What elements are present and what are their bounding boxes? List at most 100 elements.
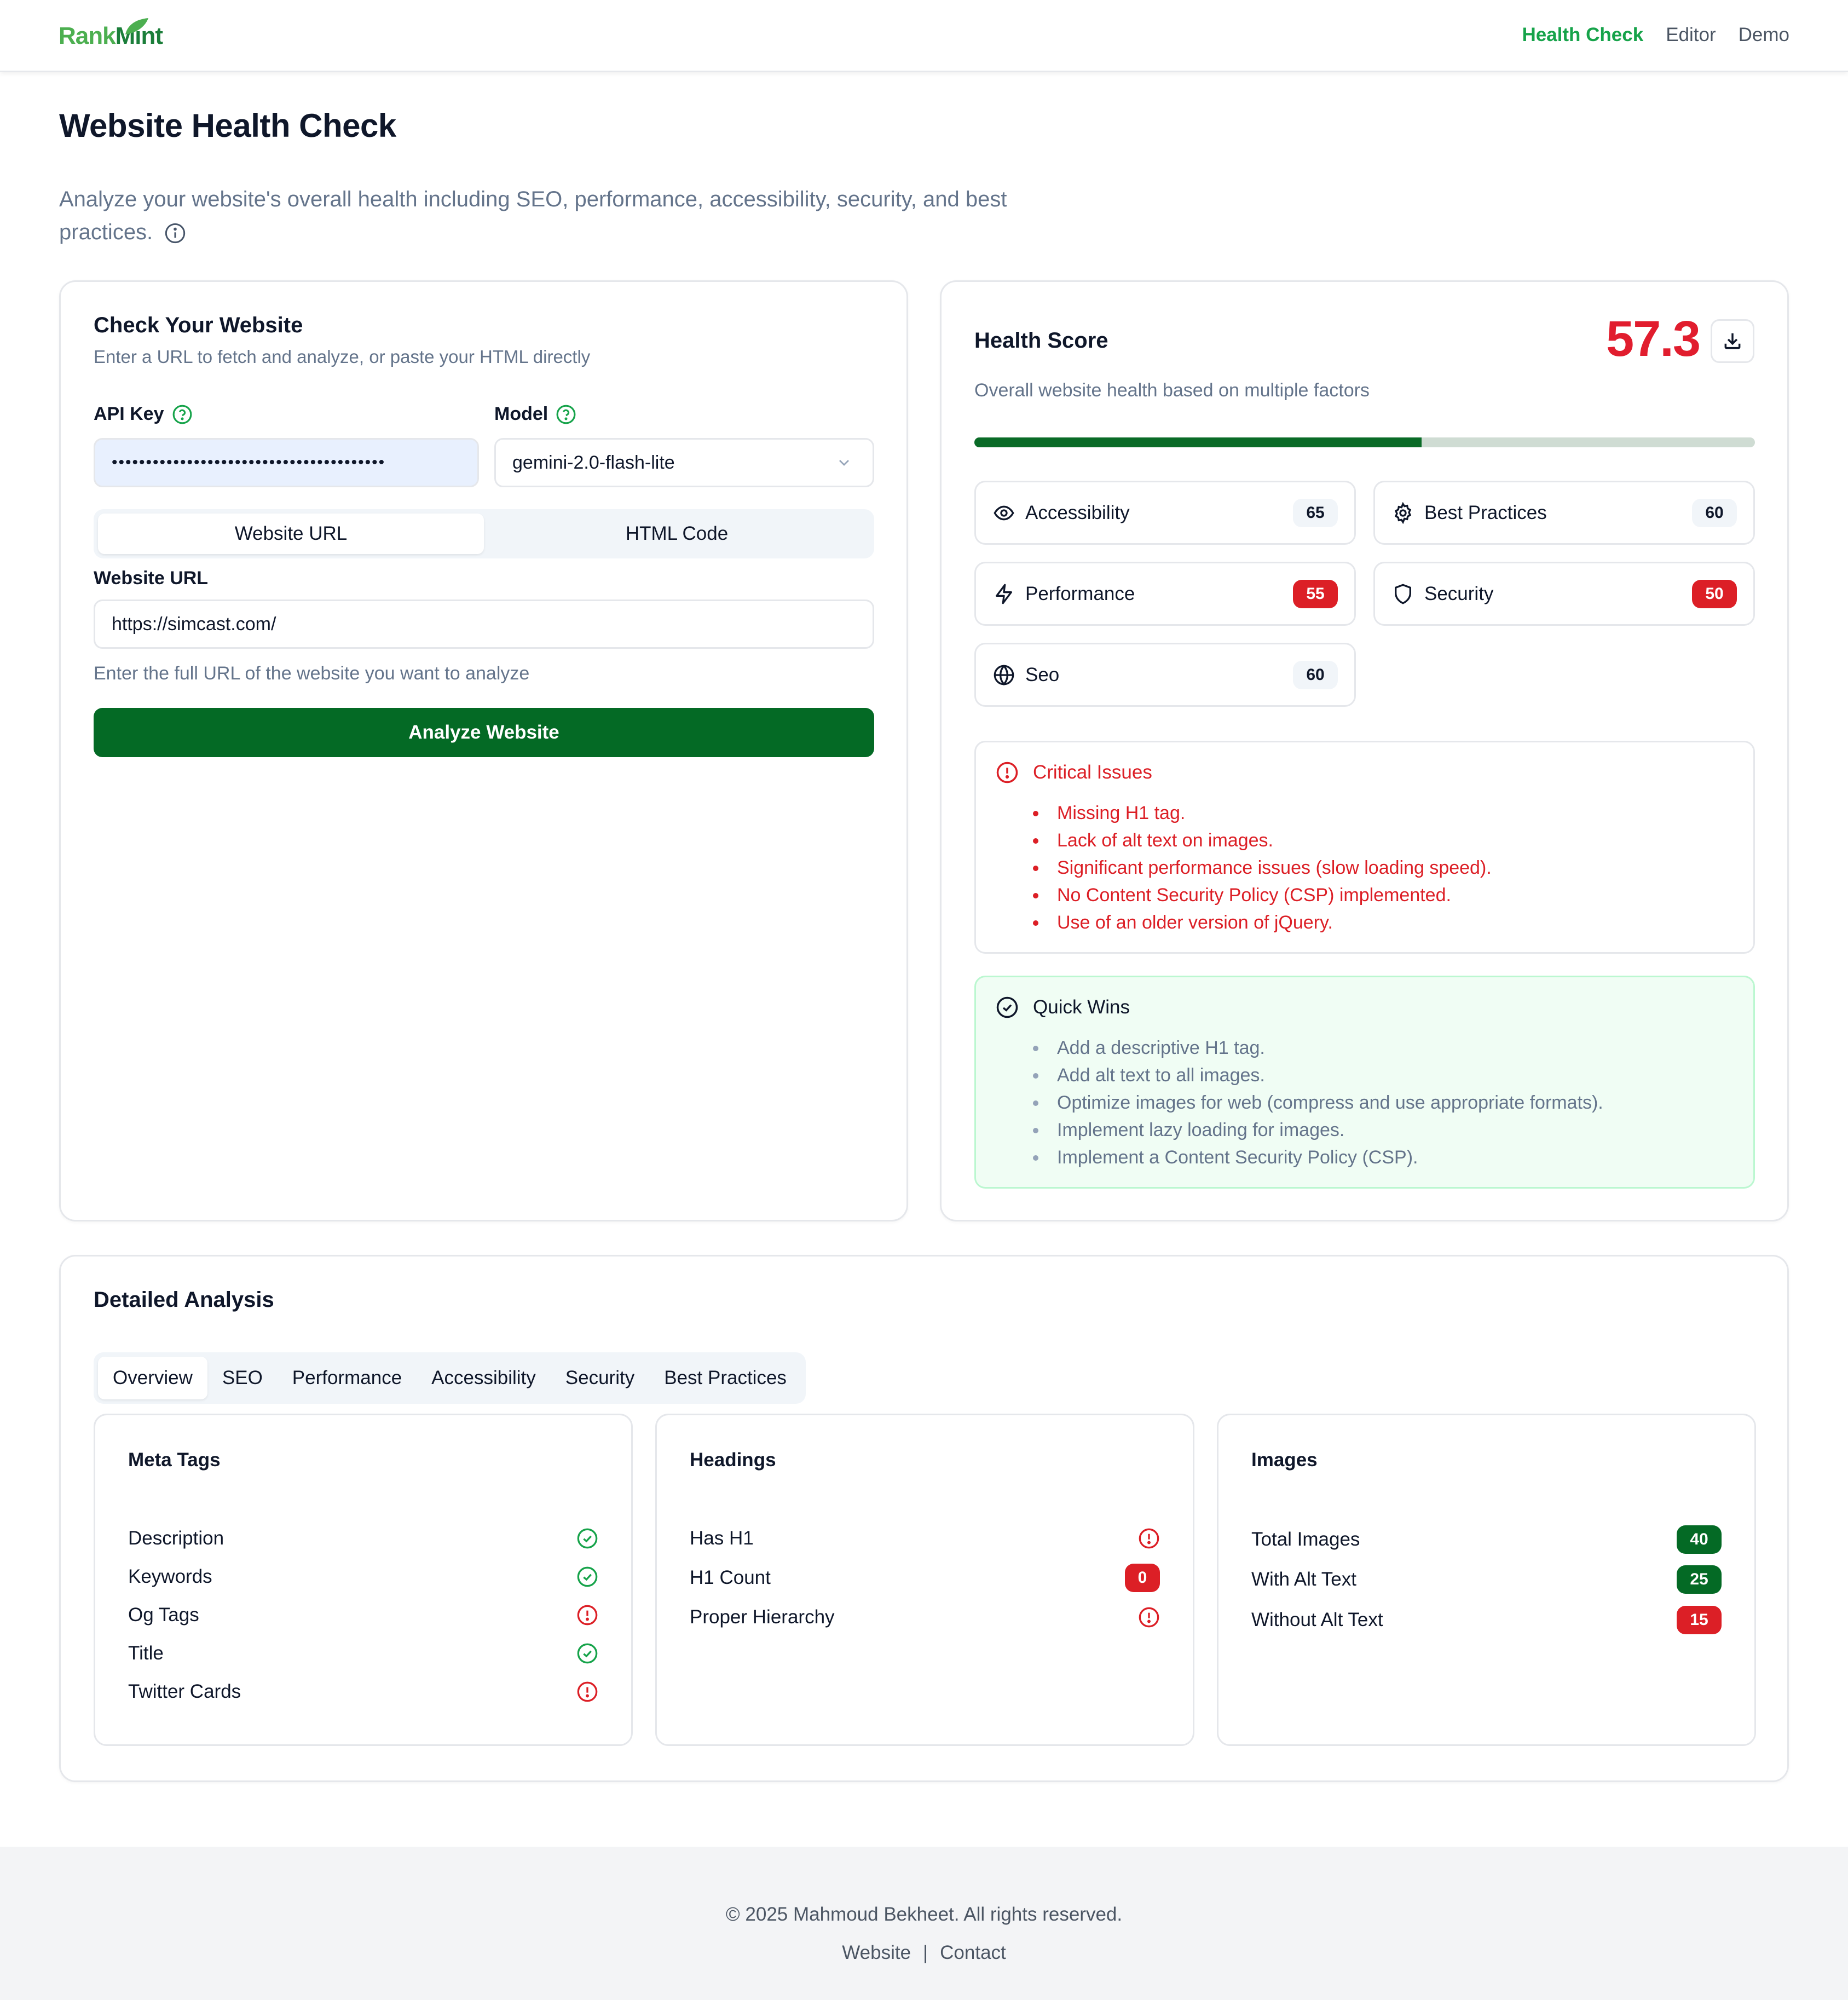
- website-url-input[interactable]: https://simcast.com/: [94, 600, 874, 649]
- footer-link-website[interactable]: Website: [842, 1942, 911, 1963]
- check-circle-icon: [996, 996, 1018, 1018]
- tab-seo[interactable]: SEO: [207, 1357, 278, 1399]
- health-progress-bar: [974, 437, 1755, 447]
- api-key-input[interactable]: ••••••••••••••••••••••••••••••••••••••••: [94, 438, 479, 487]
- row-label: Has H1: [690, 1528, 754, 1549]
- help-circle-icon[interactable]: [172, 404, 193, 425]
- headings-title: Headings: [690, 1449, 776, 1471]
- model-label-text: Model: [494, 404, 548, 424]
- meta-row-twitter-cards: Twitter Cards: [128, 1675, 598, 1708]
- metric-score-badge: 55: [1293, 579, 1338, 608]
- row-label: Proper Hierarchy: [690, 1606, 835, 1628]
- leaf-icon: [125, 18, 148, 34]
- page-description-text: Analyze your website's overall health in…: [59, 187, 1007, 244]
- analysis-tabs: Overview SEO Performance Accessibility S…: [94, 1352, 806, 1404]
- images-row-with-alt: With Alt Text 25: [1251, 1563, 1722, 1596]
- tab-security[interactable]: Security: [551, 1357, 649, 1399]
- list-item: Implement a Content Security Policy (CSP…: [1033, 1144, 1734, 1171]
- tab-html-code[interactable]: HTML Code: [484, 514, 870, 554]
- tab-performance[interactable]: Performance: [278, 1357, 417, 1399]
- without-alt-badge: 15: [1677, 1606, 1722, 1634]
- list-item: Missing H1 tag.: [1033, 799, 1734, 827]
- row-label: Total Images: [1251, 1529, 1360, 1550]
- metric-label: Security: [1424, 583, 1494, 604]
- h1-count-badge: 0: [1125, 1564, 1160, 1592]
- api-key-label: API Key: [94, 404, 193, 425]
- footer-link-contact[interactable]: Contact: [940, 1942, 1006, 1963]
- gear-icon: [1391, 502, 1414, 525]
- check-website-card: Check Your Website Enter a URL to fetch …: [59, 280, 908, 1221]
- shield-icon: [1391, 583, 1414, 606]
- alert-circle-icon: [1139, 1607, 1159, 1628]
- list-item: Add alt text to all images.: [1033, 1062, 1734, 1089]
- health-progress-fill: [974, 437, 1422, 447]
- list-item: Lack of alt text on images.: [1033, 827, 1734, 854]
- page-footer: © 2025 Mahmoud Bekheet. All rights reser…: [0, 1847, 1848, 2000]
- list-item: Optimize images for web (compress and us…: [1033, 1089, 1734, 1116]
- info-icon[interactable]: [164, 222, 186, 244]
- metric-score-badge: 60: [1293, 660, 1338, 689]
- nav-demo[interactable]: Demo: [1739, 24, 1789, 46]
- images-title: Images: [1251, 1449, 1318, 1471]
- row-label: Twitter Cards: [128, 1681, 241, 1702]
- alert-circle-icon: [577, 1605, 598, 1626]
- brand-part1: Rank: [59, 22, 116, 49]
- headings-row-h1-count: H1 Count 0: [690, 1561, 1160, 1594]
- detailed-analysis-title: Detailed Analysis: [94, 1288, 274, 1312]
- list-item: Use of an older version of jQuery.: [1033, 909, 1734, 936]
- row-label: Og Tags: [128, 1604, 199, 1626]
- metric-score-badge: 50: [1692, 579, 1737, 608]
- tab-overview[interactable]: Overview: [98, 1357, 207, 1399]
- quick-wins-box: Quick Wins Add a descriptive H1 tag. Add…: [974, 976, 1755, 1189]
- health-score-subtitle: Overall website health based on multiple…: [974, 380, 1370, 401]
- download-report-button[interactable]: [1711, 319, 1754, 363]
- metric-label: Performance: [1025, 583, 1135, 604]
- top-header: Rank Mint Health Check Editor Demo: [0, 0, 1848, 72]
- metric-best-practices[interactable]: Best Practices 60: [1373, 481, 1755, 545]
- metric-security[interactable]: Security 50: [1373, 562, 1755, 626]
- check-circle-icon: [577, 1528, 598, 1549]
- tab-best-practices[interactable]: Best Practices: [649, 1357, 801, 1399]
- meta-tags-title: Meta Tags: [128, 1449, 221, 1471]
- meta-row-description: Description: [128, 1522, 598, 1555]
- analyze-website-button[interactable]: Analyze Website: [94, 708, 874, 757]
- check-circle-icon: [577, 1566, 598, 1587]
- tab-website-url[interactable]: Website URL: [98, 514, 484, 554]
- metric-accessibility[interactable]: Accessibility 65: [974, 481, 1356, 545]
- detailed-analysis-card: Detailed Analysis Overview SEO Performan…: [59, 1255, 1789, 1782]
- metric-performance[interactable]: Performance 55: [974, 562, 1356, 626]
- tab-accessibility[interactable]: Accessibility: [417, 1357, 551, 1399]
- model-select[interactable]: gemini-2.0-flash-lite: [494, 438, 874, 487]
- help-circle-icon[interactable]: [556, 404, 576, 425]
- brand-logo[interactable]: Rank Mint: [59, 18, 163, 54]
- row-label: With Alt Text: [1251, 1569, 1356, 1590]
- nav-editor[interactable]: Editor: [1666, 24, 1716, 46]
- lightning-icon: [992, 583, 1015, 606]
- nav-health-check[interactable]: Health Check: [1522, 24, 1643, 46]
- metric-label: Seo: [1025, 664, 1060, 685]
- list-item: Add a descriptive H1 tag.: [1033, 1034, 1734, 1062]
- input-mode-toggle: Website URL HTML Code: [94, 509, 874, 558]
- alert-circle-icon: [577, 1681, 598, 1702]
- brand-part2: Mint: [116, 18, 163, 50]
- website-url-label: Website URL: [94, 568, 209, 589]
- meta-row-keywords: Keywords: [128, 1560, 598, 1593]
- download-icon: [1724, 333, 1741, 349]
- meta-row-title: Title: [128, 1637, 598, 1670]
- critical-issues-box: Critical Issues Missing H1 tag. Lack of …: [974, 741, 1755, 954]
- quick-wins-header: Quick Wins: [996, 996, 1734, 1019]
- page-title: Website Health Check: [59, 107, 396, 144]
- headings-row-hierarchy: Proper Hierarchy: [690, 1601, 1160, 1634]
- metric-score-badge: 65: [1293, 498, 1338, 527]
- critical-issues-header: Critical Issues: [996, 761, 1734, 784]
- check-subtitle: Enter a URL to fetch and analyze, or pas…: [94, 347, 591, 367]
- footer-separator: |: [923, 1942, 928, 1963]
- row-label: Title: [128, 1642, 164, 1664]
- page-description: Analyze your website's overall health in…: [59, 183, 1044, 249]
- metric-seo[interactable]: Seo 60: [974, 643, 1356, 707]
- metric-score-badge: 60: [1692, 498, 1737, 527]
- list-item: Implement lazy loading for images.: [1033, 1116, 1734, 1144]
- url-help-text: Enter the full URL of the website you wa…: [94, 663, 530, 684]
- headings-row-has-h1: Has H1: [690, 1522, 1160, 1555]
- metric-label: Best Practices: [1424, 502, 1547, 523]
